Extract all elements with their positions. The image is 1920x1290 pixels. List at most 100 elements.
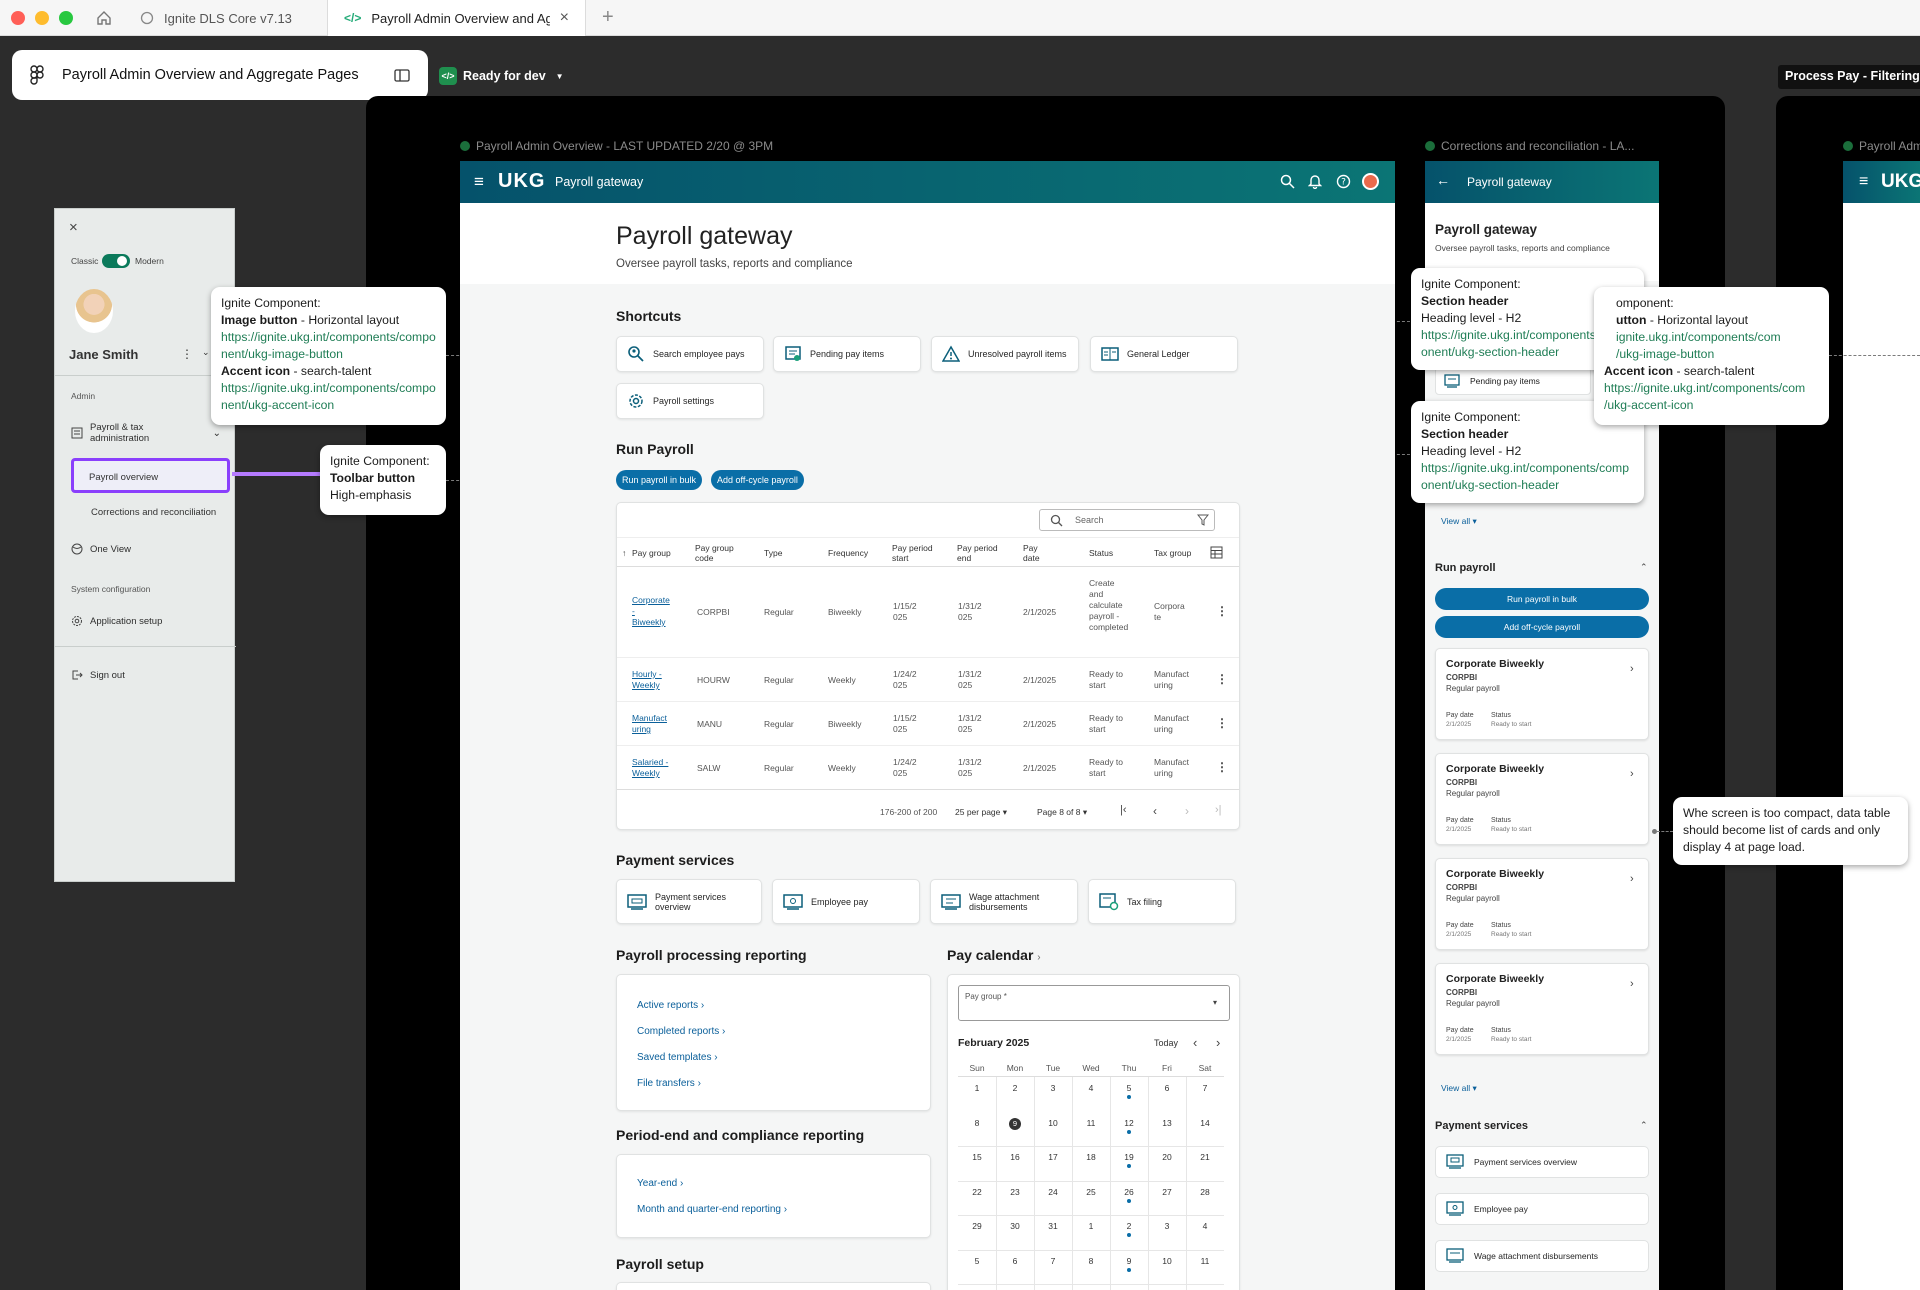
collapse-icon[interactable]: ⌃ [1640,562,1648,573]
calendar-day[interactable]: 8 [958,1118,996,1128]
calendar-day[interactable]: 2 [1110,1221,1148,1231]
mobile-employee-pay[interactable]: Employee pay [1435,1193,1649,1225]
help-icon[interactable]: ? [1336,174,1351,189]
panel-toggle-icon[interactable] [394,68,410,82]
calendar-day[interactable]: 25 [1072,1187,1110,1197]
calendar-day[interactable]: 10 [1148,1256,1186,1266]
mobile-payroll-card[interactable]: Corporate Biweekly CORPBI Regular payroll P… [1435,648,1649,740]
calendar-day[interactable]: 3 [1148,1221,1186,1231]
calendar-day[interactable]: 11 [1072,1118,1110,1128]
shortcut-payroll-settings[interactable]: Payroll settings [616,383,764,419]
saved-templates-link[interactable]: Saved templates › [637,1052,718,1063]
month-quarter-end-link[interactable]: Month and quarter-end reporting › [637,1204,787,1215]
mobile-wage-attachment[interactable]: Wage attachment disbursements [1435,1240,1649,1272]
calendar-day[interactable]: 7 [1034,1256,1072,1266]
collapse-icon[interactable]: ⌃ [1640,1120,1648,1131]
more-options-icon[interactable]: ⋮ [181,347,193,361]
mobile-payroll-card[interactable]: Corporate Biweekly CORPBI Regular payroll P… [1435,753,1649,845]
column-header[interactable]: Pay period start [892,543,937,563]
callout-link[interactable]: /ukg-accent-icon [1604,397,1819,414]
calendar-day[interactable]: 27 [1148,1187,1186,1197]
payment-services-overview-button[interactable]: Payment services overview [616,879,762,924]
chevron-down-icon[interactable]: ⌄ [202,347,210,358]
calendar-day[interactable]: 17 [1034,1152,1072,1162]
nav-item-oneview[interactable]: One View [71,543,131,555]
calendar-day[interactable]: 4 [1072,1083,1110,1093]
figma-logo-icon[interactable] [30,65,44,85]
calendar-day[interactable]: 12 [1110,1118,1148,1128]
frame-label-main[interactable]: Payroll Admin Overview - LAST UPDATED 2/… [460,139,860,153]
search-input[interactable]: Search [1039,509,1215,531]
mobile-payroll-card[interactable]: Corporate Biweekly CORPBI Regular payroll P… [1435,858,1649,950]
prev-page-icon[interactable]: ‹ [1153,804,1157,818]
calendar-day[interactable]: 1 [1072,1221,1110,1231]
prev-month-icon[interactable]: ‹ [1193,1035,1197,1050]
shortcut-search-employee-pays[interactable]: Search employee pays [616,336,764,372]
last-page-icon[interactable]: ›| [1215,804,1222,816]
pay-group-link[interactable]: Corporate - Biweekly [632,595,670,628]
year-end-link[interactable]: Year-end › [637,1178,683,1189]
calendar-day[interactable]: 19 [1110,1152,1148,1162]
nav-item-corrections[interactable]: Corrections and reconciliation [91,507,216,518]
calendar-day[interactable]: 28 [1186,1187,1224,1197]
frame-label-mobile[interactable]: Corrections and reconciliation - LA... [1425,139,1665,153]
mobile-run-bulk-button[interactable]: Run payroll in bulk [1435,588,1649,610]
calendar-day[interactable]: 24 [1034,1187,1072,1197]
maximize-window-button[interactable] [59,11,73,25]
row-more-icon[interactable]: ⋮ [1216,760,1228,774]
calendar-day[interactable]: 9 [1009,1117,1021,1130]
nav-item-payroll-overview[interactable]: Payroll overview [71,458,230,493]
pay-group-link[interactable]: Salaried - Weekly [632,757,670,779]
filter-icon[interactable] [1197,514,1209,526]
classic-modern-toggle[interactable] [102,254,130,268]
calendar-day[interactable]: 6 [1148,1083,1186,1093]
column-header[interactable]: Pay group code [695,543,745,563]
calendar-day[interactable]: 18 [1072,1152,1110,1162]
tab-payroll-admin[interactable]: </> Payroll Admin Overview and Aggr × [328,0,586,36]
close-tab-icon[interactable]: × [560,9,569,27]
close-icon[interactable]: × [69,219,78,236]
column-header[interactable]: Status [1089,548,1113,558]
view-all-link[interactable]: View all ▾ [1441,1083,1477,1094]
sort-arrow-icon[interactable]: ↑ [622,548,626,558]
calendar-day[interactable]: 5 [1110,1083,1148,1093]
calendar-day[interactable]: 22 [958,1187,996,1197]
calendar-day[interactable]: 15 [958,1152,996,1162]
row-more-icon[interactable]: ⋮ [1216,672,1228,686]
frame-label-third[interactable]: Payroll Adm [1843,139,1920,153]
calendar-day[interactable]: 11 [1186,1256,1224,1266]
frame-tag-process-pay[interactable]: Process Pay - Filtering p [1778,65,1920,89]
search-icon[interactable] [1280,174,1295,189]
column-header[interactable]: Tax group [1154,548,1191,558]
callout-link[interactable]: ignite.ukg.int/components/com [1604,329,1819,346]
add-offcycle-payroll-button[interactable]: Add off-cycle payroll [711,470,804,490]
calendar-day[interactable]: 21 [1186,1152,1224,1162]
callout-link[interactable]: https://ignite.ukg.int/components/com [1604,380,1819,397]
calendar-day[interactable]: 4 [1186,1221,1224,1231]
shortcut-general-ledger[interactable]: General Ledger [1090,336,1238,372]
calendar-day[interactable]: 23 [996,1187,1034,1197]
callout-link[interactable]: /ukg-image-button [1604,346,1819,363]
next-month-icon[interactable]: › [1216,1035,1220,1050]
column-settings-icon[interactable] [1210,546,1223,559]
first-page-icon[interactable]: |‹ [1120,804,1127,816]
mobile-add-offcycle-button[interactable]: Add off-cycle payroll [1435,616,1649,638]
wage-attachment-button[interactable]: Wage attachment disbursements [930,879,1078,924]
close-window-button[interactable] [11,11,25,25]
nav-item-signout[interactable]: Sign out [71,669,125,681]
pay-calendar-header[interactable]: Pay calendar › [947,947,1041,963]
column-header[interactable]: Frequency [828,548,868,558]
mobile-payment-services-overview[interactable]: Payment services overview [1435,1146,1649,1178]
calendar-day[interactable]: 2 [996,1083,1034,1093]
bell-icon[interactable] [1308,174,1322,189]
calendar-day[interactable]: 6 [996,1256,1034,1266]
calendar-day[interactable]: 10 [1034,1118,1072,1128]
view-all-link[interactable]: View all ▾ [1441,516,1477,527]
calendar-day[interactable]: 29 [958,1221,996,1231]
shortcut-pending-pay-items[interactable]: Pending pay items [773,336,921,372]
mobile-pending-pay-items[interactable]: Pending pay items [1435,367,1591,395]
user-avatar[interactable] [1362,173,1379,190]
row-more-icon[interactable]: ⋮ [1216,716,1228,730]
column-header[interactable]: Pay date [1023,543,1043,563]
employee-pay-button[interactable]: Employee pay [772,879,920,924]
